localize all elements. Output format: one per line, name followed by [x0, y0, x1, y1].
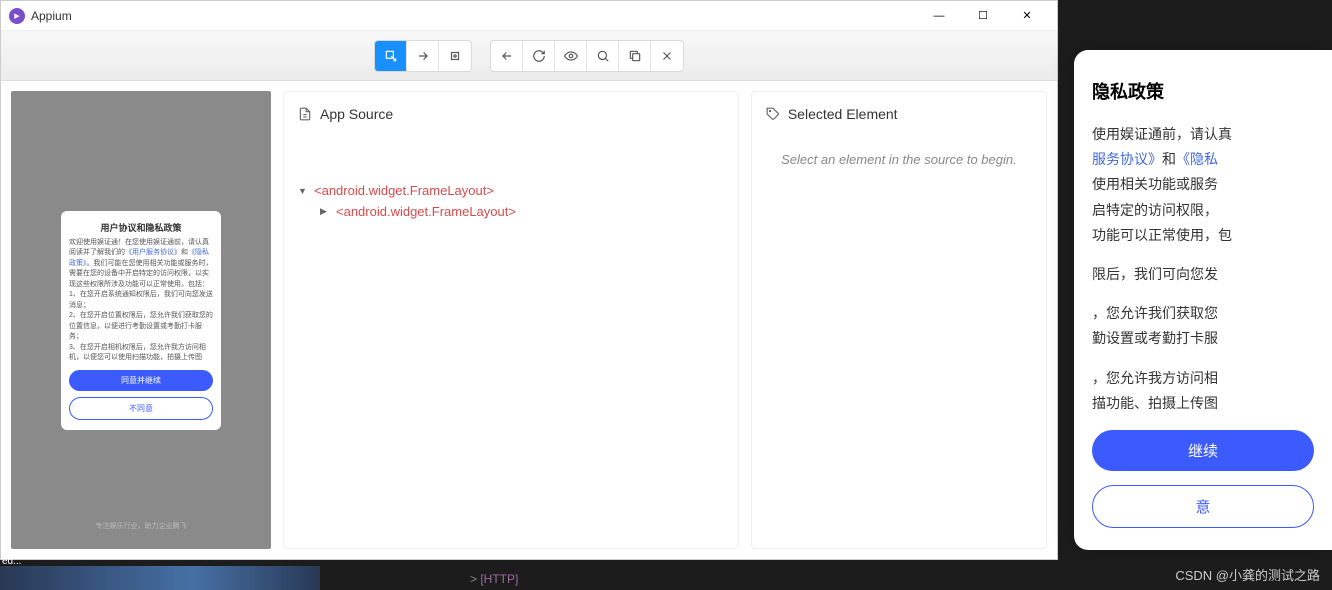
titlebar: Appium — ☐ ✕: [1, 1, 1057, 31]
close-icon: [660, 49, 674, 63]
search-button[interactable]: [587, 41, 619, 71]
content-area: 用户协议和隐私政策 欢迎使用娱证通！在您使用娱证通前，请认真阅读并了解我们的《用…: [1, 81, 1057, 559]
arrow-right-icon: [416, 49, 430, 63]
copy-icon: [628, 49, 642, 63]
copy-xml-button[interactable]: [619, 41, 651, 71]
select-icon: [384, 49, 398, 63]
overlay-link-service[interactable]: 服务协议》: [1092, 151, 1162, 167]
tag-icon: [766, 107, 780, 121]
terminal-output: > [HTTP]: [470, 572, 518, 586]
app-source-header: App Source: [298, 106, 724, 122]
maximize-button[interactable]: ☐: [961, 2, 1005, 30]
overlay-link-privacy[interactable]: 《隐私: [1176, 151, 1218, 167]
taskbar-fragment: [0, 566, 320, 590]
tree-node-child[interactable]: ▶ <android.widget.FrameLayout>: [298, 201, 724, 222]
device-screenshot[interactable]: 用户协议和隐私政策 欢迎使用娱证通！在您使用娱证通前，请认真阅读并了解我们的《用…: [11, 91, 271, 549]
refresh-button[interactable]: [523, 41, 555, 71]
close-button[interactable]: ✕: [1005, 2, 1049, 30]
refresh-icon: [532, 49, 546, 63]
preview-disagree-button: 不同意: [69, 397, 213, 420]
app-source-title: App Source: [320, 106, 393, 122]
back-button[interactable]: [491, 41, 523, 71]
mobile-dialog-overlay: 隐私政策 使用娱证通前，请认真 服务协议》和《隐私 使用相关功能或服务 启特定的…: [1074, 50, 1332, 550]
window-title: Appium: [31, 9, 917, 23]
app-source-panel: App Source ▼ <android.widget.FrameLayout…: [283, 91, 739, 549]
preview-dialog-title: 用户协议和隐私政策: [69, 221, 213, 234]
caret-right-icon[interactable]: ▶: [320, 206, 330, 217]
file-icon: [298, 107, 312, 121]
selected-element-panel: Selected Element Select an element in th…: [751, 91, 1047, 549]
preview-agree-button: 同意并继续: [69, 370, 213, 391]
preview-dialog: 用户协议和隐私政策 欢迎使用娱证通！在您使用娱证通前，请认真阅读并了解我们的《用…: [61, 211, 221, 430]
swipe-mode-button[interactable]: [407, 41, 439, 71]
overlay-title: 隐私政策: [1092, 78, 1314, 104]
source-tree: ▼ <android.widget.FrameLayout> ▶ <androi…: [298, 140, 724, 222]
window-controls: — ☐ ✕: [917, 2, 1049, 30]
arrow-left-icon: [500, 49, 514, 63]
recording-button[interactable]: [555, 41, 587, 71]
eye-icon: [564, 49, 578, 63]
tap-mode-button[interactable]: [439, 41, 471, 71]
selected-element-title: Selected Element: [788, 106, 898, 122]
preview-dialog-body: 欢迎使用娱证通！在您使用娱证通前，请认真阅读并了解我们的《用户服务协议》和《隐私…: [69, 238, 213, 364]
quit-session-button[interactable]: [651, 41, 683, 71]
overlay-disagree-button[interactable]: 意: [1092, 485, 1314, 528]
background-label: ed...: [2, 556, 21, 567]
appium-inspector-window: Appium — ☐ ✕: [0, 0, 1058, 560]
tree-node-label: <android.widget.FrameLayout>: [314, 183, 494, 198]
minimize-button[interactable]: —: [917, 2, 961, 30]
watermark: CSDN @小龚的测试之路: [1175, 565, 1320, 584]
toolbar-group-mode: [374, 40, 472, 72]
caret-down-icon[interactable]: ▼: [298, 186, 308, 196]
appium-icon: [9, 8, 25, 24]
tree-node-label: <android.widget.FrameLayout>: [336, 204, 516, 219]
preview-footer: 专注娱乐行业，助力企业腾飞: [11, 521, 271, 531]
overlay-body: 使用娱证通前，请认真 服务协议》和《隐私 使用相关功能或服务 启特定的访问权限，…: [1092, 122, 1314, 416]
selected-element-placeholder: Select an element in the source to begin…: [766, 140, 1032, 167]
toolbar-group-actions: [490, 40, 684, 72]
toolbar: [1, 31, 1057, 81]
overlay-agree-button[interactable]: 继续: [1092, 430, 1314, 471]
tree-node-root[interactable]: ▼ <android.widget.FrameLayout>: [298, 180, 724, 201]
tap-icon: [448, 49, 462, 63]
search-icon: [596, 49, 610, 63]
selected-element-header: Selected Element: [766, 106, 1032, 122]
select-mode-button[interactable]: [375, 41, 407, 71]
